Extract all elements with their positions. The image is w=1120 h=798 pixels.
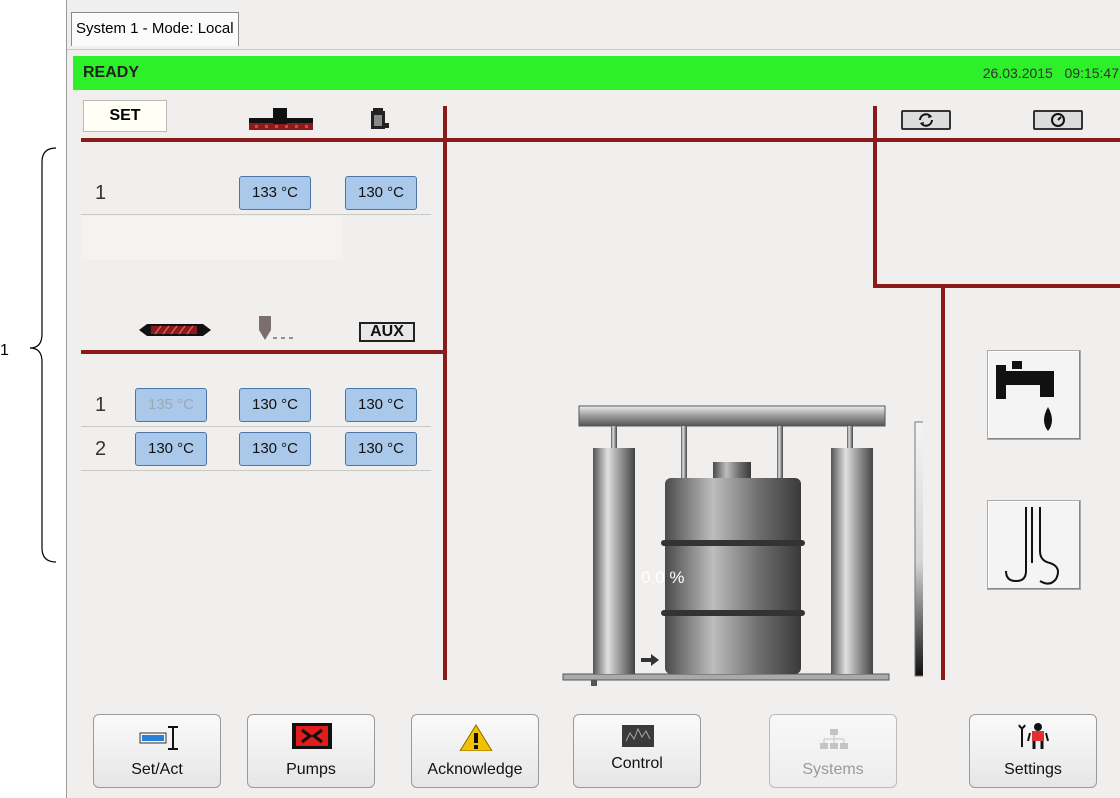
upper-temp-hose[interactable]: 133 °C — [239, 176, 311, 210]
nozzle-icon — [259, 316, 293, 340]
lower-temp-nozzle[interactable]: 130 °C — [239, 432, 311, 466]
settings-icon — [1018, 723, 1049, 749]
hose-icon — [249, 108, 313, 130]
lower-temp-hose[interactable]: 130 °C — [135, 432, 207, 466]
frame-line-left-mid — [81, 350, 445, 354]
refresh-icon — [919, 113, 933, 127]
status-bar: READY 26.03.2015 09:15:47 — [73, 56, 1120, 90]
set-label: SET — [83, 100, 167, 132]
acknowledge-label: Acknowledge — [427, 761, 523, 778]
melt-tank-icon — [371, 108, 389, 129]
timer-button[interactable] — [1033, 110, 1083, 130]
annotation-number: 1 — [0, 342, 9, 359]
systems-icon — [820, 729, 848, 749]
systems-button[interactable]: Systems — [769, 714, 897, 788]
tab-system-mode[interactable]: System 1 - Mode: Local — [71, 12, 239, 46]
systems-label: Systems — [802, 761, 864, 778]
acknowledge-button[interactable]: Acknowledge — [411, 714, 539, 788]
set-act-label: Set/Act — [131, 761, 183, 778]
lower-row-separator — [81, 426, 431, 427]
warning-icon — [459, 724, 493, 751]
upper-row-number: 1 — [95, 182, 107, 204]
pumps-button[interactable]: Pumps — [247, 714, 375, 788]
control-icon — [622, 725, 654, 747]
refresh-button[interactable] — [901, 110, 951, 130]
lower-temp-hose[interactable]: 135 °C — [135, 388, 207, 422]
lower-temp-nozzle[interactable]: 130 °C — [239, 388, 311, 422]
settings-button[interactable]: Settings — [969, 714, 1097, 788]
lower-temp-aux[interactable]: 130 °C — [345, 388, 417, 422]
aux-label: AUX — [359, 322, 415, 342]
lower-row-number: 2 — [95, 438, 107, 460]
pumps-label: Pumps — [286, 761, 336, 778]
status-datetime: 26.03.2015 09:15:47 — [982, 65, 1119, 81]
hook-icon — [1005, 507, 1059, 585]
drum-fill-percent: 0.0 % — [641, 568, 685, 587]
upper-row-blank — [81, 216, 343, 260]
status-text: READY — [83, 64, 140, 81]
hmi-screen: System 1 - Mode: Local READY 26.03.2015 … — [66, 0, 1120, 798]
heated-hose-icon — [139, 324, 211, 336]
lower-row-number: 1 — [95, 394, 107, 416]
frame-line-right-upper — [873, 106, 877, 286]
frame-line-top — [81, 138, 1120, 142]
settings-label: Settings — [1004, 761, 1062, 778]
tap-button[interactable] — [987, 350, 1081, 440]
control-button[interactable]: Control — [573, 714, 701, 788]
hook-button[interactable] — [987, 500, 1081, 590]
pumps-icon — [292, 723, 332, 749]
frame-line-right-lower — [941, 286, 945, 680]
frame-line-right-mid — [873, 284, 1120, 288]
frame-line-left — [443, 106, 447, 680]
set-act-button[interactable]: Set/Act — [93, 714, 221, 788]
lower-temp-aux[interactable]: 130 °C — [345, 432, 417, 466]
root: 1 System 1 - Mode: Local READY 26.03.201… — [0, 0, 1120, 798]
annotation-brace — [29, 147, 57, 563]
upper-row-separator — [81, 214, 431, 215]
lower-row-separator — [81, 470, 431, 471]
upper-temp-tank[interactable]: 130 °C — [345, 176, 417, 210]
control-label: Control — [611, 755, 663, 772]
drum-unloader-graphic — [562, 405, 923, 686]
set-act-icon — [139, 726, 178, 750]
timer-icon — [1051, 113, 1065, 127]
tap-icon — [996, 361, 1054, 431]
tab-bar: System 1 - Mode: Local — [67, 0, 1120, 50]
